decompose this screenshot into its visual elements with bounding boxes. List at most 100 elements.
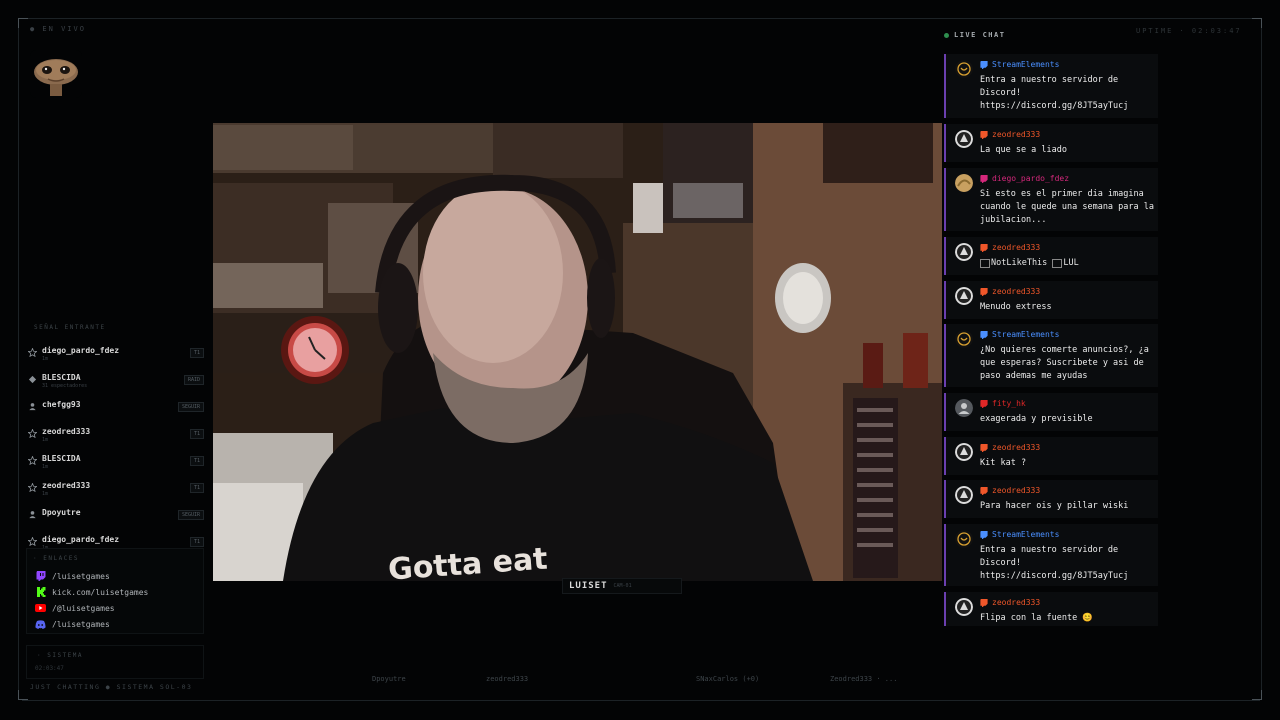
link-item[interactable]: /luisetgames [27,568,203,584]
chat-avatar [955,130,973,148]
system-value: 02:03:47 [35,665,64,672]
chat-badge-icon [980,486,988,495]
chat-avatar [955,287,973,305]
raid-icon [26,373,38,385]
event-sub: 31 espectadores [42,383,88,389]
frame-right-line [1261,22,1262,698]
chat-message-text: Entra a nuestro servidor de Discord! htt… [980,75,1129,111]
event-item: Dpoyutre SEGUIR [26,504,206,531]
chat-message: zeodred333 La que se a liado [944,124,1158,162]
event-tag: T1 [189,429,204,439]
chat-username[interactable]: zeodred333 [980,287,1040,296]
link-text: /@luisetgames [52,603,115,613]
live-indicator: ● EN VIVO [30,25,86,33]
frame-bottom-line [22,700,1260,701]
corner-br [1252,690,1262,700]
chat-badge-icon [980,399,988,408]
chat-avatar [955,60,973,78]
ticker-item-2: zeodred333 [486,675,529,683]
chat-message-text: Si esto es el primer dia imagina cuando … [980,189,1154,225]
event-name: diego_pardo_fdez [42,346,120,355]
frame-left-line [18,22,19,698]
emote-name: NotLikeThis [991,258,1048,268]
event-tag: T1 [189,456,204,466]
chat-message: zeodred333 Kit kat ? [944,437,1158,475]
emote-name: LUL [1063,258,1079,268]
chat-avatar [955,399,973,417]
twitch-icon [35,571,46,581]
chat-avatar [955,598,973,616]
chat-badge-icon [980,443,988,452]
chat-username[interactable]: zeodred333 [980,486,1040,495]
chat-username[interactable]: StreamElements [980,330,1059,339]
chat-username[interactable]: fity_hk [980,399,1026,408]
chat-message: zeodred333 Menudo extress [944,281,1158,319]
link-item[interactable]: /luisetgames [27,616,203,632]
youtube-icon [35,603,46,613]
event-sub: 1m [42,464,49,470]
event-tag: T1 [189,348,204,358]
event-item: chefgg93 SEGUIR [26,396,206,423]
discord-icon [35,619,46,629]
star-icon [26,346,38,358]
chat-username-text: StreamElements [992,330,1060,339]
event-item: diego_pardo_fdez1mT1 [26,342,206,369]
chat-username[interactable]: diego_pardo_fdez [980,174,1069,183]
events-label: SEÑAL ENTRANTE [34,324,106,331]
emote-placeholder-icon [1052,259,1063,268]
chat-message-text: Menudo extress [980,302,1052,312]
event-body: zeodred333 1m [42,480,206,498]
follow-icon [26,508,38,520]
chat-username[interactable]: zeodred333 [980,130,1040,139]
chat-username-text: zeodred333 [992,287,1041,296]
chat-message-text: Flipa con la fuente 😊 [980,613,1093,623]
chat-badge-icon [980,243,988,252]
system-panel: · SISTEMA 02:03:47 [26,645,204,679]
event-tag: SEGUIR [177,402,204,412]
ticker-item-4: Zeodred333 · ... [830,675,898,683]
chat-username-text: StreamElements [992,60,1060,69]
links-label: · ENLACES [33,555,80,562]
chat-username[interactable]: zeodred333 [980,243,1040,252]
emote-icon: NotLikeThis [980,257,1047,270]
chat-message-text: ¿No quieres comerte anuncios?, ¿a que es… [980,345,1149,381]
chat-username[interactable]: zeodred333 [980,598,1040,607]
ticker-item-3: SNaxCarlos (+0) [696,675,760,683]
camera-ext: CAM-01 [613,583,632,589]
link-item[interactable]: /@luisetgames [27,600,203,616]
chat-badge-icon [980,287,988,296]
chat-username-text: diego_pardo_fdez [992,174,1070,183]
chat-message-text: Para hacer ois y pillar wiski [980,501,1129,511]
chat-badge-icon [980,530,988,539]
event-name: BLESCIDA [42,454,81,463]
chat-title: LIVE CHAT [954,31,1006,39]
chat-avatar [955,243,973,261]
chat-avatar [955,330,973,348]
chat-message-text: NotLikeThis LUL [980,257,1156,273]
streamer-avatar [30,50,82,98]
camera-nameplate: LUISET CAM-01 [562,578,682,594]
follow-icon [26,400,38,412]
chat-username-text: zeodred333 [992,598,1041,607]
event-name: diego_pardo_fdez [42,535,120,544]
category-label: JUST CHATTING ● SISTEMA SOL-03 [30,683,193,691]
event-sub: 1m [42,437,49,443]
chat-username[interactable]: zeodred333 [980,443,1040,452]
link-item[interactable]: kick.com/luisetgames [27,584,203,600]
event-name: zeodred333 [42,481,91,490]
chat-header: LIVE CHAT [944,31,1005,39]
links-panel: · ENLACES /luisetgames kick.com/luisetgam… [26,548,204,634]
live-dot-icon [944,32,949,38]
chat-avatar [955,174,973,192]
event-sub: 1m [42,356,49,362]
event-body: diego_pardo_fdez1m [42,345,206,363]
corner-tl [18,18,28,28]
chat-message: StreamElements ¿No quieres comerte anunci… [944,324,1158,387]
event-item: BLESCIDA 31 espectadores RAID [26,369,206,396]
chat-username[interactable]: StreamElements [980,530,1059,539]
chat-badge-icon [980,60,988,69]
chat-message: zeodred333 Flipa con la fuente 😊 [944,592,1158,626]
chat-username-text: zeodred333 [992,443,1041,452]
chat-message-text: Entra a nuestro servidor de Discord! htt… [980,545,1129,581]
chat-username[interactable]: StreamElements [980,60,1059,69]
